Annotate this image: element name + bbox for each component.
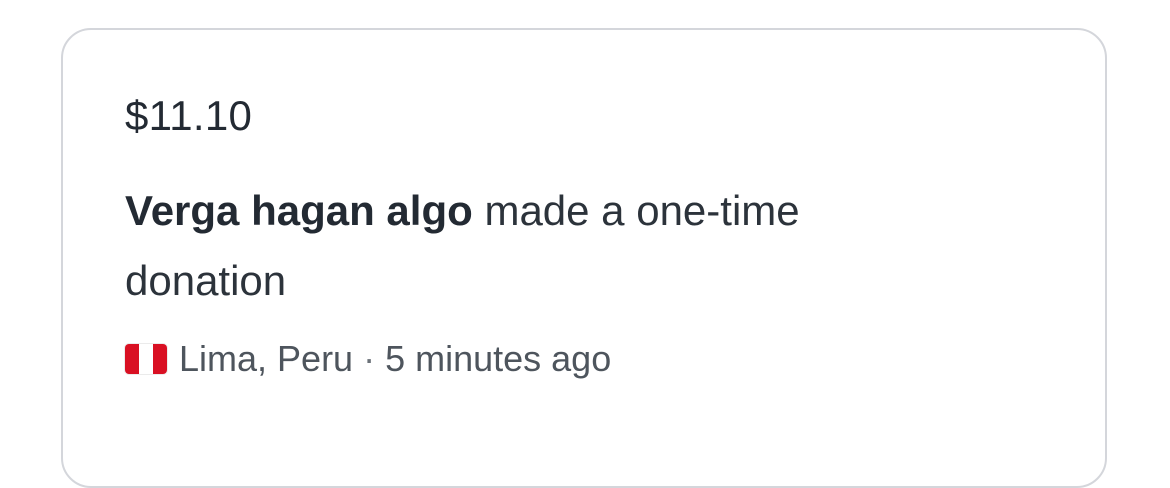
flag-stripe-middle [139, 344, 153, 374]
flag-stripe-left [125, 344, 139, 374]
donor-location: Lima, Peru [179, 338, 354, 379]
donor-name: Verga hagan algo [125, 187, 473, 234]
meta-separator: · [363, 338, 376, 379]
donation-meta: Lima, Peru · 5 minutes ago [125, 338, 611, 380]
donation-message: Verga hagan algo made a one-time donatio… [125, 176, 925, 316]
donation-time: 5 minutes ago [385, 338, 612, 379]
peru-flag-icon [125, 344, 167, 374]
donation-amount: $11.10 [125, 92, 253, 139]
flag-stripe-right [153, 344, 167, 374]
donation-card: $11.10 Verga hagan algo made a one-time … [61, 28, 1107, 488]
